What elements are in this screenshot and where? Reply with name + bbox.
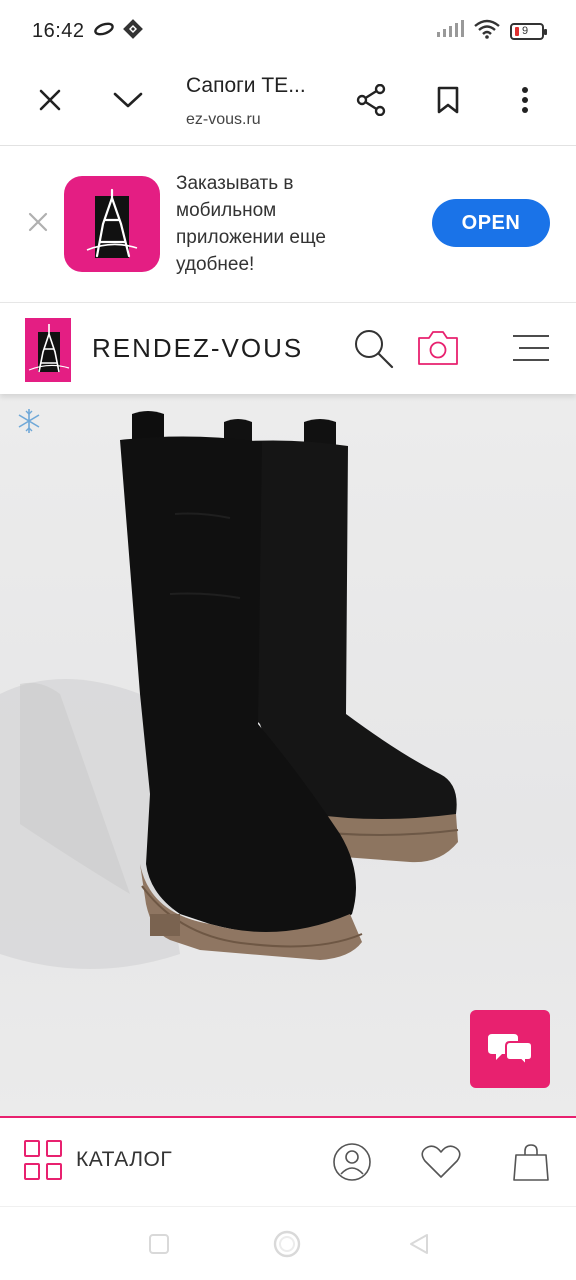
more-vert-icon[interactable] (501, 62, 549, 138)
menu-icon[interactable] (508, 319, 554, 377)
search-icon[interactable] (350, 319, 396, 377)
battery-icon: 9 (510, 22, 547, 40)
page-title: Сапоги TE... (186, 74, 306, 97)
banner-close-icon[interactable] (24, 208, 52, 236)
profile-icon[interactable] (330, 1138, 374, 1186)
catalog-grid-icon (24, 1140, 64, 1180)
catalog-label: КАТАЛОГ (76, 1148, 173, 1171)
chat-button[interactable] (470, 1010, 550, 1088)
app-install-banner: Заказывать в мобильном приложении еще уд… (0, 146, 576, 302)
page-url[interactable]: ez-vous.ru (186, 111, 261, 129)
infinity-icon (93, 22, 115, 41)
status-time: 16:42 (32, 19, 85, 42)
home-icon[interactable] (272, 1229, 302, 1259)
share-icon[interactable] (347, 62, 395, 138)
status-right: 9 (436, 19, 547, 44)
close-icon[interactable] (26, 62, 74, 138)
brand-name[interactable]: RENDEZ-VOUS (92, 333, 303, 364)
app-notification-icon (122, 18, 143, 44)
status-bar: 16:42 9 (0, 0, 576, 62)
system-nav-bar (0, 1206, 576, 1280)
browser-toolbar: Сапоги TE... ez-vous.ru (0, 62, 576, 146)
signal-icon (436, 19, 464, 43)
boots-illustration (0, 411, 459, 969)
banner-text: Заказывать в мобильном приложении еще уд… (176, 173, 326, 275)
bottom-nav: КАТАЛОГ (0, 1116, 576, 1206)
chat-icon (488, 1034, 532, 1068)
back-icon[interactable] (404, 1229, 434, 1259)
wifi-icon (474, 19, 500, 44)
chevron-down-icon[interactable] (104, 62, 152, 138)
camera-icon[interactable] (414, 319, 462, 377)
product-image[interactable] (0, 394, 576, 1116)
site-header: RENDEZ-VOUS (0, 302, 576, 394)
status-left: 16:42 (32, 18, 143, 44)
battery-level: 9 (522, 24, 529, 37)
recents-icon[interactable] (144, 1229, 174, 1259)
battery-fill (515, 26, 519, 36)
heart-icon[interactable] (419, 1138, 463, 1186)
catalog-button[interactable]: КАТАЛОГ (24, 1140, 172, 1180)
bookmark-icon[interactable] (424, 62, 472, 138)
open-button[interactable]: OPEN (432, 199, 550, 247)
bag-icon[interactable] (509, 1138, 553, 1186)
site-logo[interactable] (25, 318, 71, 382)
app-logo-icon (64, 176, 160, 272)
